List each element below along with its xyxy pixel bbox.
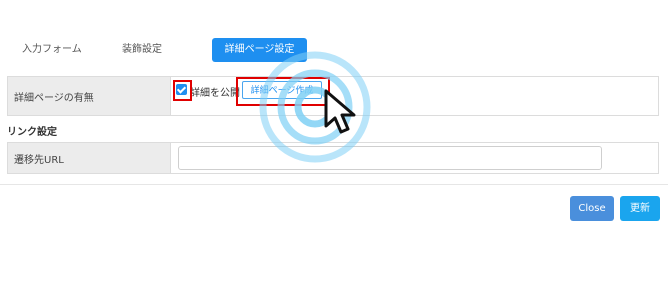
url-label: 遷移先URL xyxy=(8,143,171,173)
url-input[interactable] xyxy=(178,146,602,170)
link-settings-heading: リンク設定 xyxy=(7,127,57,138)
footer-divider xyxy=(0,184,668,185)
tab-input-form[interactable]: 入力フォーム xyxy=(22,38,82,62)
mouse-cursor-icon xyxy=(324,89,356,134)
publish-detail-label[interactable]: 詳細を公開 xyxy=(190,84,240,99)
detail-page-label: 詳細ページの有無 xyxy=(8,77,171,115)
tab-design-settings[interactable]: 装飾設定 xyxy=(122,38,162,62)
update-button[interactable]: 更新 xyxy=(620,196,660,221)
close-button[interactable]: Close xyxy=(570,196,614,221)
checkbox-highlight-box xyxy=(173,80,192,101)
